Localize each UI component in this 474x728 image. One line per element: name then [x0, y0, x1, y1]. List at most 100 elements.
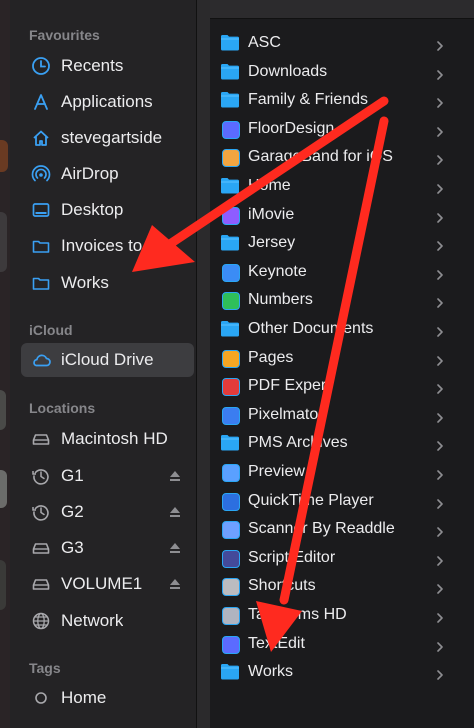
sidebar-item-volume1[interactable]: VOLUME1	[21, 567, 194, 601]
chevron-right-icon	[436, 295, 444, 308]
sidebar-item-label: stevegartside	[61, 128, 163, 147]
app-icon	[220, 291, 240, 310]
folder-icon	[220, 63, 240, 81]
list-item[interactable]: Pixelmator	[210, 401, 474, 429]
chevron-right-icon	[436, 667, 444, 680]
file-name: ASC	[248, 34, 281, 51]
list-item[interactable]: QuickTime Player	[210, 487, 474, 515]
chevron-right-icon	[436, 524, 444, 537]
list-item[interactable]: Downloads	[210, 58, 474, 86]
list-item[interactable]: Scanner By Readdle	[210, 515, 474, 543]
app-icon	[220, 349, 240, 368]
sidebar-item-label: G3	[61, 538, 84, 557]
sidebar-item-applications[interactable]: Applications	[21, 85, 194, 119]
sidebar-item-label: Works	[61, 273, 109, 292]
list-item[interactable]: PMS Archives	[210, 429, 474, 457]
sidebar-item-label: Invoices to	[61, 236, 143, 255]
list-item[interactable]: ASC	[210, 29, 474, 57]
file-name: Works	[248, 663, 294, 680]
sidebar-item-label: Recents	[61, 56, 124, 75]
folder-icon	[220, 91, 240, 109]
list-item[interactable]: Shortcuts	[210, 572, 474, 600]
sidebar-item-network[interactable]: Network	[21, 604, 194, 638]
sidebar: Favourites Recents Applications stevegar…	[10, 0, 197, 728]
sidebar-item-label: Home	[61, 688, 107, 707]
folder-icon	[220, 320, 240, 338]
list-item[interactable]: Jersey	[210, 229, 474, 257]
file-name: Scanner By Readdle	[248, 520, 395, 537]
app-icon	[220, 549, 240, 568]
applications-icon	[30, 91, 52, 113]
list-item[interactable]: GarageBand for iOS	[210, 143, 474, 171]
app-icon	[220, 406, 240, 425]
eject-icon[interactable]	[168, 577, 182, 591]
tag-circle-icon	[30, 687, 52, 709]
sidebar-item-desktop[interactable]: Desktop	[21, 193, 194, 227]
chevron-right-icon	[436, 467, 444, 480]
chevron-right-icon	[436, 210, 444, 223]
chevron-right-icon	[436, 610, 444, 623]
folder-icon	[220, 434, 240, 452]
file-name: Numbers	[248, 291, 313, 308]
sidebar-item-icloud-drive[interactable]: iCloud Drive	[21, 343, 194, 377]
sidebar-item-tag-home[interactable]: Home	[21, 681, 194, 715]
background-window-edge	[0, 0, 10, 728]
list-item[interactable]: Numbers	[210, 286, 474, 314]
list-item[interactable]: PDF Expert	[210, 372, 474, 400]
list-item[interactable]: Pages	[210, 344, 474, 372]
list-item[interactable]: iMovie	[210, 201, 474, 229]
folder-icon	[220, 663, 240, 681]
list-item[interactable]: Script Editor	[210, 544, 474, 572]
chevron-right-icon	[436, 496, 444, 509]
folder-icon	[220, 234, 240, 252]
file-name: Family & Friends	[248, 91, 369, 108]
section-header-favourites: Favourites	[29, 27, 100, 43]
chevron-right-icon	[436, 95, 444, 108]
list-item[interactable]: Family & Friends	[210, 86, 474, 114]
eject-icon[interactable]	[168, 505, 182, 519]
column-divider[interactable]	[197, 0, 210, 728]
list-item[interactable]: Keynote	[210, 258, 474, 286]
file-name: TextEdit	[248, 635, 305, 652]
sidebar-item-works[interactable]: Works	[21, 266, 194, 300]
sidebar-item-g3[interactable]: G3	[21, 531, 194, 565]
file-name: TapForms HD	[248, 606, 347, 623]
sidebar-item-invoices[interactable]: Invoices to	[21, 229, 194, 263]
app-icon	[220, 206, 240, 225]
list-item[interactable]: Preview	[210, 458, 474, 486]
sidebar-item-g2[interactable]: G2	[21, 495, 194, 529]
eject-icon[interactable]	[168, 469, 182, 483]
sidebar-item-macintosh-hd[interactable]: Macintosh HD	[21, 422, 194, 456]
eject-icon[interactable]	[168, 541, 182, 555]
section-header-icloud: iCloud	[29, 322, 73, 338]
list-item[interactable]: TapForms HD	[210, 601, 474, 629]
chevron-right-icon	[436, 38, 444, 51]
sidebar-item-label: Macintosh HD	[61, 429, 168, 448]
chevron-right-icon	[436, 353, 444, 366]
chevron-right-icon	[436, 438, 444, 451]
list-item[interactable]: TextEdit	[210, 630, 474, 658]
chevron-right-icon	[436, 639, 444, 652]
list-item[interactable]: Home	[210, 172, 474, 200]
sidebar-item-label: AirDrop	[61, 164, 119, 183]
sidebar-item-airdrop[interactable]: AirDrop	[21, 157, 194, 191]
section-header-tags: Tags	[29, 660, 61, 676]
clock-icon	[30, 55, 52, 77]
app-icon	[220, 120, 240, 139]
sidebar-item-g1[interactable]: G1	[21, 459, 194, 493]
list-item[interactable]: Works	[210, 658, 474, 686]
home-icon	[30, 127, 52, 149]
list-item[interactable]: FloorDesign	[210, 115, 474, 143]
sidebar-item-label: G1	[61, 466, 84, 485]
drive-icon	[30, 537, 52, 559]
chevron-right-icon	[436, 581, 444, 594]
sidebar-item-recents[interactable]: Recents	[21, 49, 194, 83]
sidebar-item-home-folder[interactable]: stevegartside	[21, 121, 194, 155]
folder-icon	[220, 177, 240, 195]
chevron-right-icon	[436, 238, 444, 251]
list-item[interactable]: Other Documents	[210, 315, 474, 343]
file-name: iMovie	[248, 206, 295, 223]
section-header-locations: Locations	[29, 400, 96, 416]
chevron-right-icon	[436, 124, 444, 137]
airdrop-icon	[30, 163, 52, 185]
